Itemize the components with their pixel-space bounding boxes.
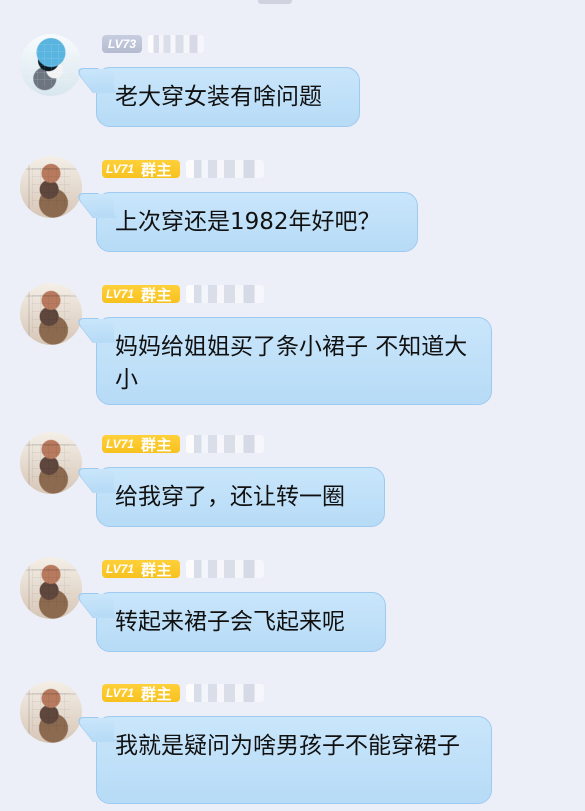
level-text: LV71 [106, 287, 135, 301]
message-bubble[interactable]: 妈妈给姐姐买了条小裙子 不知道大小 [96, 317, 492, 405]
message-bubble[interactable]: 给我穿了，还让转一圈 [96, 467, 385, 527]
avatar[interactable] [20, 432, 82, 494]
sender-meta: LV71 群主 [102, 160, 264, 179]
sender-name-blur [186, 285, 264, 303]
avatar[interactable] [20, 681, 82, 743]
message-text: 妈妈给姐姐买了条小裙子 不知道大小 [115, 334, 468, 393]
message-text: 转起来裙子会飞起来呢 [115, 609, 345, 635]
level-text: LV71 [106, 562, 135, 576]
sender-meta: LV71 群主 [102, 285, 264, 304]
sender-name-blur [186, 160, 264, 178]
role-text: 群主 [141, 160, 173, 179]
level-text: LV71 [106, 686, 135, 700]
message-bubble[interactable]: 我就是疑问为啥男孩子不能穿裙子 [96, 716, 492, 804]
message-text: 上次穿还是1982年好吧？ [115, 209, 381, 235]
sender-meta: LV71 群主 [102, 560, 264, 579]
role-text: 群主 [141, 285, 173, 304]
level-text: LV71 [106, 437, 135, 451]
sender-meta: LV73 [102, 35, 204, 53]
owner-badge: LV71 群主 [102, 285, 180, 304]
level-text: LV71 [106, 162, 135, 176]
role-text: 群主 [141, 435, 173, 454]
level-text: LV73 [107, 37, 137, 51]
avatar[interactable] [20, 34, 82, 96]
message-text: 我就是疑问为啥男孩子不能穿裙子 [115, 733, 460, 759]
message-text: 老大穿女装有啥问题 [115, 84, 322, 110]
avatar[interactable] [20, 156, 82, 218]
sender-name-blur [148, 35, 204, 53]
role-text: 群主 [141, 560, 173, 579]
sender-name-blur [186, 435, 264, 453]
role-text: 群主 [141, 684, 173, 703]
owner-badge: LV71 群主 [102, 684, 180, 703]
chat-message-list[interactable]: LV73 老大穿女装有啥问题 LV71 群主 上次穿还是1982年好吧？ LV7… [0, 0, 585, 811]
avatar[interactable] [20, 283, 82, 345]
owner-badge: LV71 群主 [102, 435, 180, 454]
owner-badge: LV71 群主 [102, 560, 180, 579]
level-badge: LV73 [102, 35, 142, 53]
message-bubble[interactable]: 转起来裙子会飞起来呢 [96, 592, 386, 652]
sender-name-blur [186, 684, 264, 702]
sender-meta: LV71 群主 [102, 684, 264, 703]
message-bubble[interactable]: 老大穿女装有啥问题 [96, 67, 360, 127]
sender-meta: LV71 群主 [102, 435, 264, 454]
sender-name-blur [186, 560, 264, 578]
message-bubble[interactable]: 上次穿还是1982年好吧？ [96, 192, 418, 252]
message-text: 给我穿了，还让转一圈 [115, 484, 345, 510]
avatar[interactable] [20, 557, 82, 619]
owner-badge: LV71 群主 [102, 160, 180, 179]
